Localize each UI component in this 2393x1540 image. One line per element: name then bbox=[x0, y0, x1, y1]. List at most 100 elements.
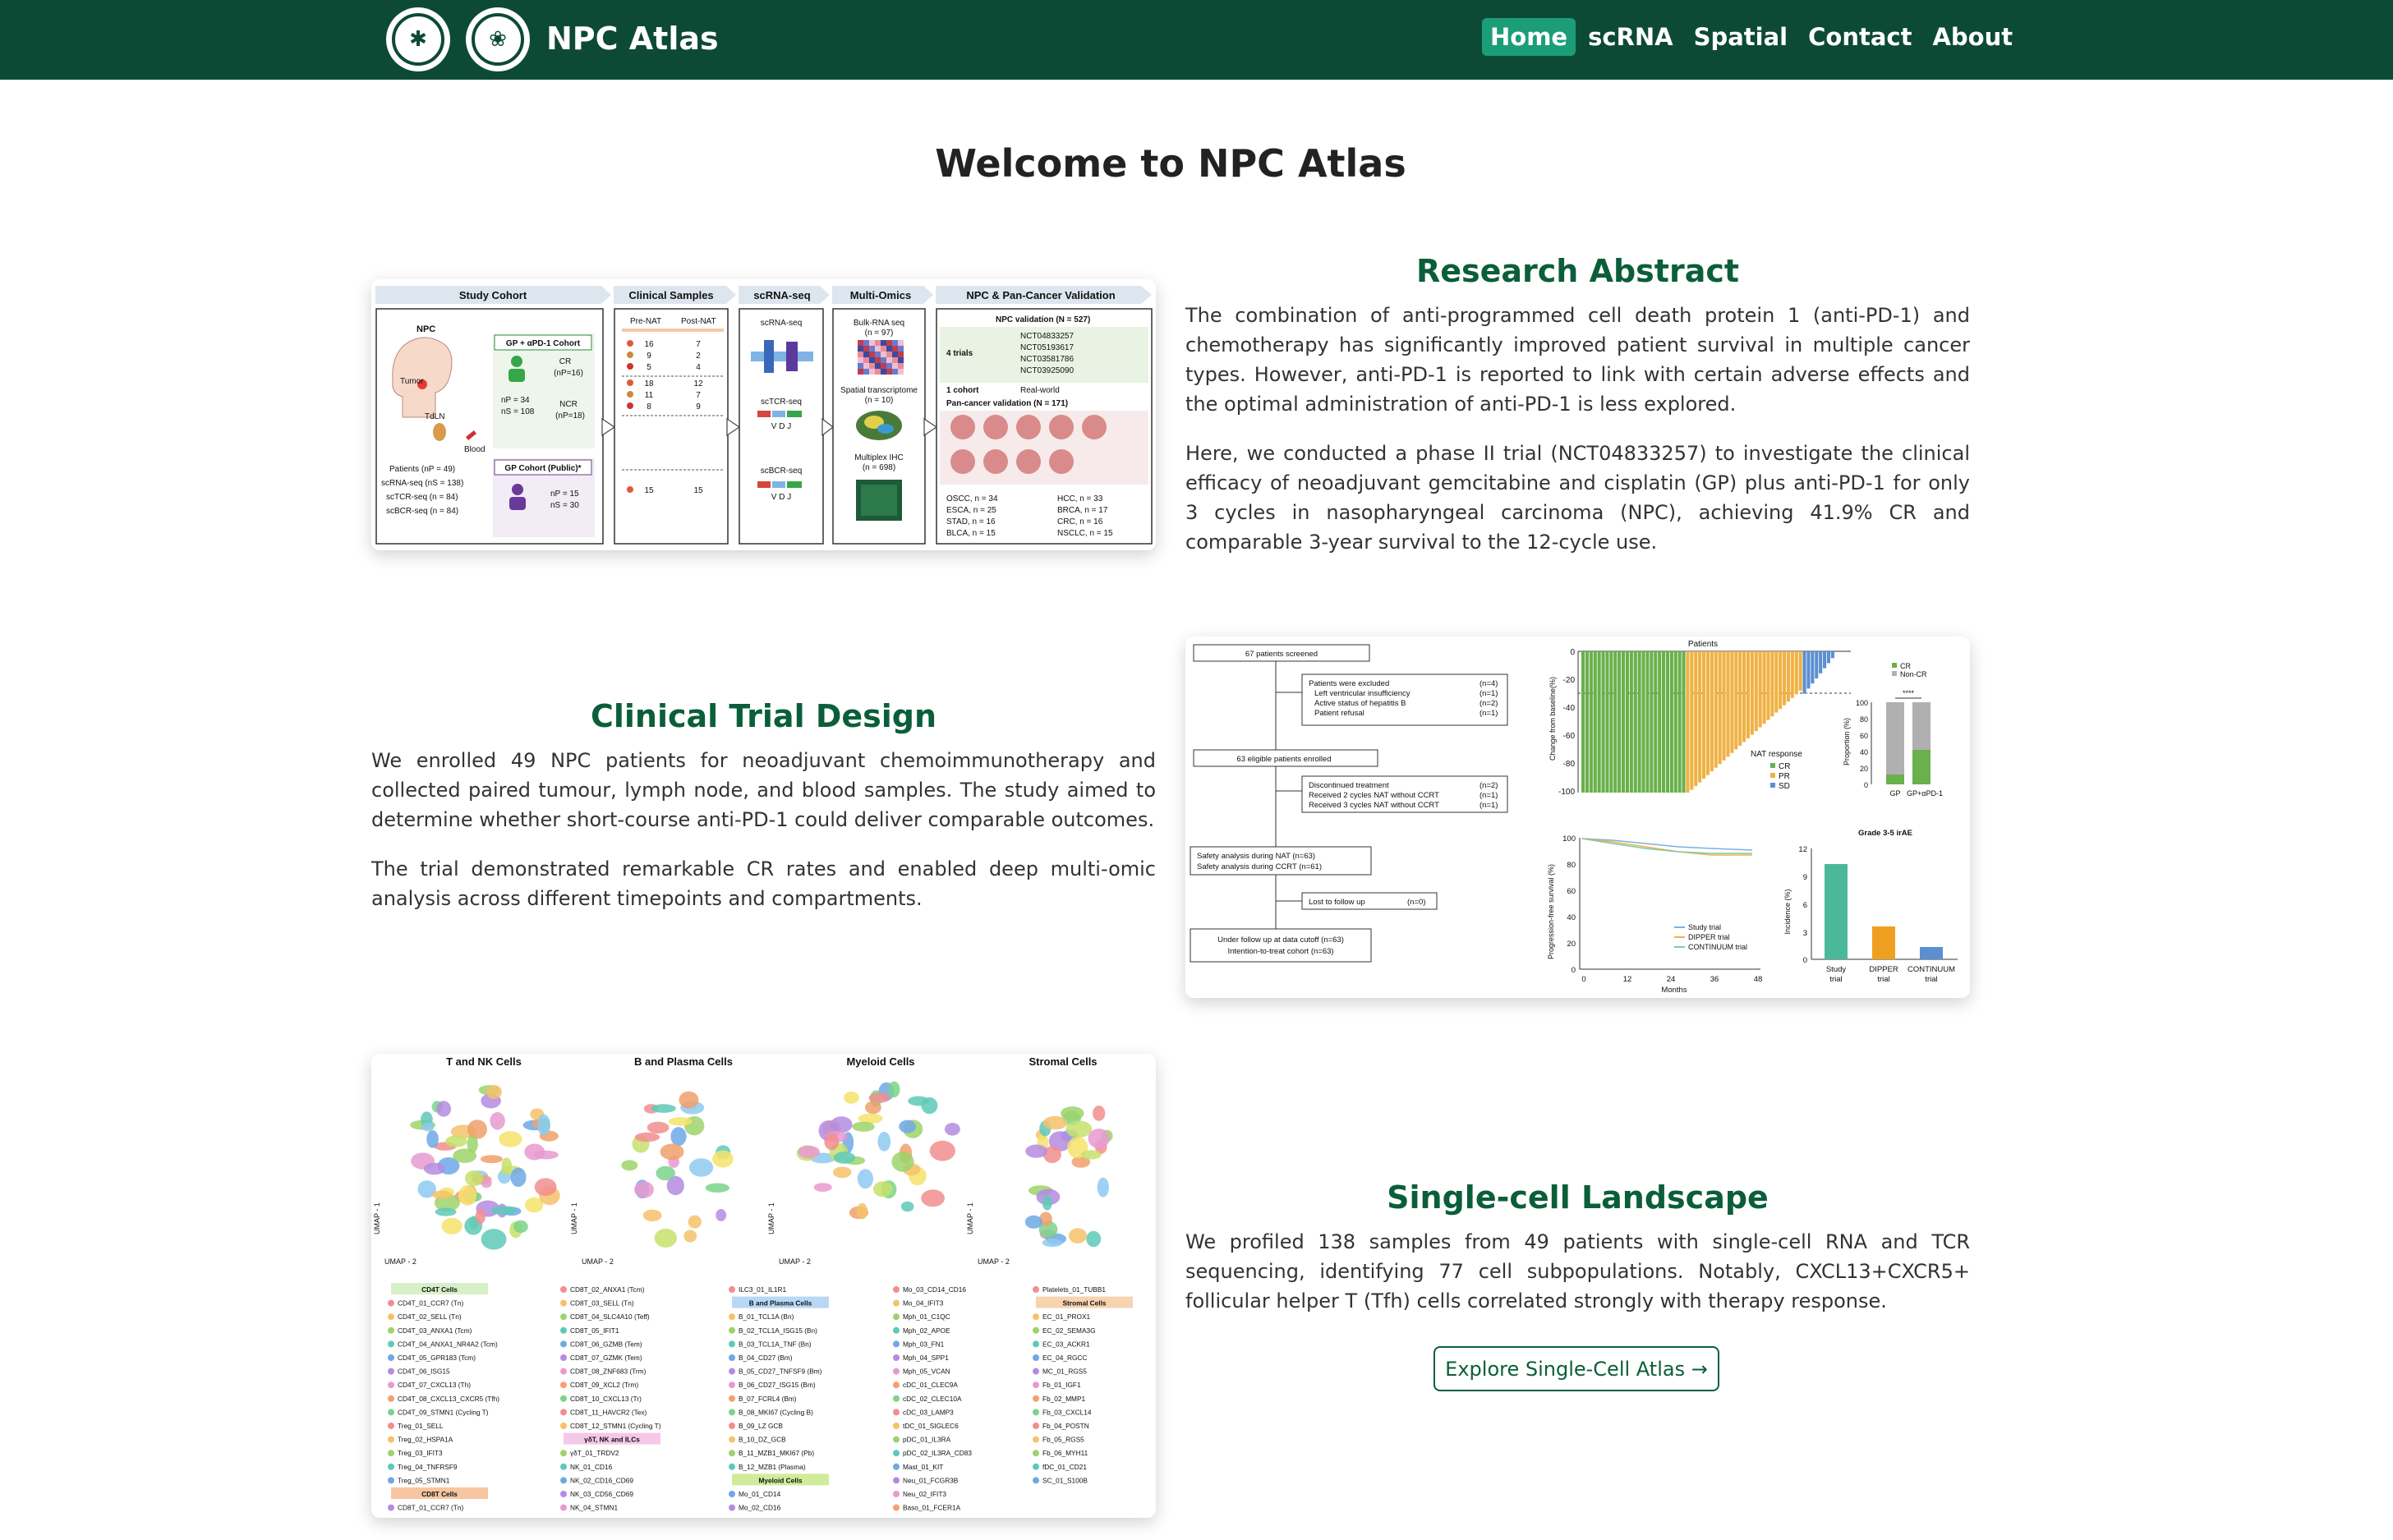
nav-item-scrna[interactable]: scRNA bbox=[1580, 18, 1682, 56]
flow-safety-0: Safety analysis during NAT (n=63) bbox=[1197, 852, 1315, 861]
nav-item-contact[interactable]: Contact bbox=[1800, 18, 1920, 56]
nav-item-spatial[interactable]: Spatial bbox=[1686, 18, 1797, 56]
umap-cluster bbox=[1024, 1215, 1042, 1229]
legend-item: CD4T_06_ISG15 bbox=[398, 1368, 450, 1376]
waterfall-bar bbox=[1686, 651, 1690, 793]
waterfall-bar bbox=[1705, 651, 1710, 775]
legend-header: CD4T Cells bbox=[421, 1285, 458, 1294]
umap-cluster bbox=[705, 1183, 729, 1193]
flow-under-1: Intention-to-treat cohort (n=63) bbox=[1227, 947, 1333, 956]
umap-cluster bbox=[830, 1116, 853, 1133]
sample-pre: 8 bbox=[647, 402, 651, 411]
fig1-cohort1: GP + αPD-1 Cohort bbox=[506, 339, 581, 348]
waterfall-bar bbox=[1622, 651, 1626, 793]
legend-dot bbox=[893, 1368, 900, 1375]
umap-cluster bbox=[921, 1189, 945, 1207]
legend-item: CD4T_02_SELL (Tn) bbox=[398, 1312, 462, 1321]
university-logo-icon[interactable]: ✱ bbox=[386, 7, 450, 71]
sample-pre: 9 bbox=[647, 352, 651, 361]
legend-item: ILC3_01_IL1R1 bbox=[739, 1285, 787, 1294]
legend-dot bbox=[729, 1381, 735, 1389]
waterfall-bar bbox=[1830, 651, 1834, 659]
umap-axis1-a: UMAP - 1 bbox=[373, 1202, 381, 1234]
umap-cluster bbox=[852, 1121, 875, 1132]
umap-cluster bbox=[945, 1123, 960, 1136]
umap-cluster bbox=[510, 1167, 527, 1188]
hospital-logo-icon[interactable]: ❀ bbox=[466, 7, 530, 71]
legend-item: Fb_05_RGS5 bbox=[1042, 1436, 1084, 1444]
umap-cluster bbox=[621, 1160, 638, 1171]
umap-cluster bbox=[712, 1150, 734, 1168]
abstract-paragraph-1: The combination of anti-programmed cell … bbox=[1185, 304, 1970, 416]
umap-cluster bbox=[426, 1130, 439, 1148]
flow-excl-3: Patient refusal bbox=[1314, 709, 1364, 718]
fig1-cr: CR bbox=[559, 357, 571, 366]
legend-item: NK_04_STMN1 bbox=[570, 1504, 618, 1512]
legend-item: Mast_01_KIT bbox=[903, 1463, 943, 1471]
umap-cluster bbox=[899, 1119, 916, 1133]
sample-post: 12 bbox=[693, 379, 703, 388]
fig1-cohort2: GP Cohort (Public)* bbox=[504, 464, 581, 473]
legend-item: Mo_04_IFIT3 bbox=[903, 1299, 944, 1308]
legend-dot bbox=[1033, 1450, 1039, 1457]
irae-title: Grade 3-5 irAE bbox=[1858, 829, 1912, 838]
prop-ytick-3: 40 bbox=[1860, 748, 1868, 756]
legend-item: CD8T_11_HAVCR2 (Tex) bbox=[570, 1408, 647, 1416]
legend-dot bbox=[388, 1368, 394, 1375]
legend-item: Treg_02_HSPA1A bbox=[398, 1436, 453, 1444]
legend-item: Fb_03_CXCL14 bbox=[1042, 1408, 1092, 1416]
nav-menu: Home scRNA Spatial Contact About bbox=[1482, 18, 2021, 56]
explore-single-cell-button[interactable]: Explore Single-Cell Atlas → bbox=[1433, 1346, 1719, 1391]
brand-name[interactable]: NPC Atlas bbox=[546, 18, 719, 59]
umap-cluster bbox=[480, 1155, 504, 1164]
waterfall-bar bbox=[1581, 651, 1585, 793]
flow-disc-0: Discontinued treatment bbox=[1309, 781, 1389, 790]
nav-item-about[interactable]: About bbox=[1924, 18, 2021, 56]
legend-item: B_06_CD27_ISG15 (Bm) bbox=[739, 1381, 816, 1389]
umap-cluster bbox=[654, 1228, 677, 1248]
legend-item: B_03_TCL1A_TNF (Bn) bbox=[739, 1340, 812, 1348]
waterfall-bar bbox=[1730, 651, 1734, 753]
fig1-cancer-r1: BRCA, n = 17 bbox=[1057, 506, 1108, 515]
waterfall-bar bbox=[1633, 651, 1637, 793]
fig1-np34: nP = 34 bbox=[501, 396, 530, 405]
legend-item: B_09_LZ GCB bbox=[739, 1422, 783, 1430]
umap-cluster bbox=[651, 1104, 676, 1113]
abstract-title: Research Abstract bbox=[1415, 253, 1740, 289]
fig1-blood: Blood bbox=[464, 445, 486, 454]
legend-dot bbox=[1033, 1463, 1039, 1470]
irae-ytick-0: 12 bbox=[1798, 845, 1807, 854]
pfs-xtick-3: 36 bbox=[1710, 975, 1719, 984]
waterfall-bar bbox=[1645, 651, 1650, 793]
waterfall-bar bbox=[1738, 651, 1742, 746]
legend-dot bbox=[893, 1286, 900, 1293]
fig1-cancer-l0: OSCC, n = 34 bbox=[946, 494, 998, 503]
umap-cluster bbox=[536, 1114, 550, 1136]
legend-item: Fb_04_POSTN bbox=[1042, 1422, 1089, 1430]
fig1-vdj-bcr: V D J bbox=[771, 493, 791, 502]
legend-item: Treg_01_SELL bbox=[398, 1422, 444, 1430]
umap-cluster bbox=[656, 1165, 675, 1181]
fig1-tdln: TdLN bbox=[425, 412, 444, 421]
umap-cluster bbox=[441, 1217, 462, 1234]
umap-cluster bbox=[857, 1169, 873, 1189]
umap-cluster bbox=[668, 1117, 693, 1126]
legend-item: NK_03_CD56_CD69 bbox=[570, 1490, 633, 1498]
legend-dot bbox=[1033, 1423, 1039, 1429]
legend-dot bbox=[893, 1436, 900, 1443]
nav-item-home[interactable]: Home bbox=[1482, 18, 1576, 56]
flow-disc-n1: (n=1) bbox=[1480, 791, 1498, 800]
legend-dot bbox=[388, 1504, 394, 1511]
legend-item: CD8T_01_CCR7 (Tn) bbox=[398, 1504, 463, 1512]
legend-dot bbox=[893, 1354, 900, 1361]
waterfall-bar bbox=[1597, 651, 1601, 793]
fig1-header-clinical-samples: Clinical Samples bbox=[628, 289, 713, 301]
umap-cluster bbox=[689, 1158, 714, 1177]
legend-item: CD4T_09_STMN1 (Cycling T) bbox=[398, 1408, 489, 1416]
prop-sig: **** bbox=[1903, 689, 1915, 697]
umap-title-t-nk: T and NK Cells bbox=[446, 1055, 522, 1068]
sample-post: 7 bbox=[696, 391, 701, 400]
pfs-xtick-4: 48 bbox=[1754, 975, 1763, 984]
flow-disc-n0: (n=2) bbox=[1480, 781, 1498, 790]
singlecell-paragraph: We profiled 138 samples from 49 patients… bbox=[1185, 1230, 1970, 1312]
